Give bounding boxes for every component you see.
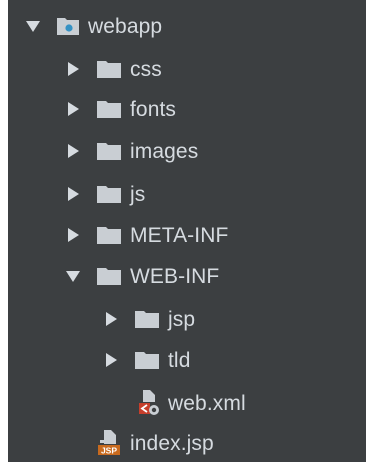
folder-icon <box>96 99 122 119</box>
web-module-folder-icon <box>56 16 80 36</box>
tree-item-label: webapp <box>88 14 163 38</box>
folder-icon <box>96 225 122 245</box>
tree-item-fonts[interactable]: fonts <box>62 90 176 128</box>
tree-item-web-inf[interactable]: WEB-INF <box>62 257 219 295</box>
collapsed-arrow-icon[interactable] <box>62 140 84 162</box>
collapsed-arrow-icon[interactable] <box>100 349 122 371</box>
folder-icon <box>96 59 122 79</box>
collapsed-arrow-icon[interactable] <box>62 98 84 120</box>
tree-item-web-xml[interactable]: web.xml <box>136 384 246 422</box>
collapsed-arrow-icon[interactable] <box>62 224 84 246</box>
tree-item-meta-inf[interactable]: META-INF <box>62 216 228 254</box>
expanded-arrow-icon[interactable] <box>62 265 84 287</box>
collapsed-arrow-icon[interactable] <box>62 58 84 80</box>
collapsed-arrow-icon[interactable] <box>100 308 122 330</box>
tree-item-label: jsp <box>168 307 196 331</box>
tree-item-label: tld <box>168 348 191 372</box>
folder-icon <box>96 266 122 286</box>
xml-file-icon <box>136 389 160 417</box>
folder-icon <box>96 141 122 161</box>
tree-item-label: WEB-INF <box>130 264 220 288</box>
tree-item-label: images <box>130 139 199 163</box>
tree-item-label: css <box>130 57 162 81</box>
tree-item-index-jsp[interactable]: JSP index.jsp <box>96 424 214 462</box>
tree-item-css[interactable]: css <box>62 50 162 88</box>
tree-item-label: js <box>130 182 146 206</box>
tree-item-js[interactable]: js <box>62 175 145 213</box>
expanded-arrow-icon[interactable] <box>22 15 44 37</box>
folder-icon <box>134 309 160 329</box>
tree-item-tld[interactable]: tld <box>100 341 190 379</box>
folder-icon <box>134 350 160 370</box>
project-tree-panel: webapp css fonts images js META-INF WEB-… <box>8 0 366 462</box>
tree-item-images[interactable]: images <box>62 132 198 170</box>
tree-item-jsp-folder[interactable]: jsp <box>100 300 195 338</box>
svg-text:JSP: JSP <box>101 446 117 456</box>
folder-icon <box>96 184 122 204</box>
jsp-file-icon: JSP <box>96 429 122 457</box>
tree-item-label: index.jsp <box>130 431 214 455</box>
tree-item-label: META-INF <box>130 223 229 247</box>
tree-item-label: web.xml <box>168 391 246 415</box>
tree-item-webapp[interactable]: webapp <box>22 7 162 45</box>
collapsed-arrow-icon[interactable] <box>62 183 84 205</box>
tree-item-label: fonts <box>130 97 177 121</box>
